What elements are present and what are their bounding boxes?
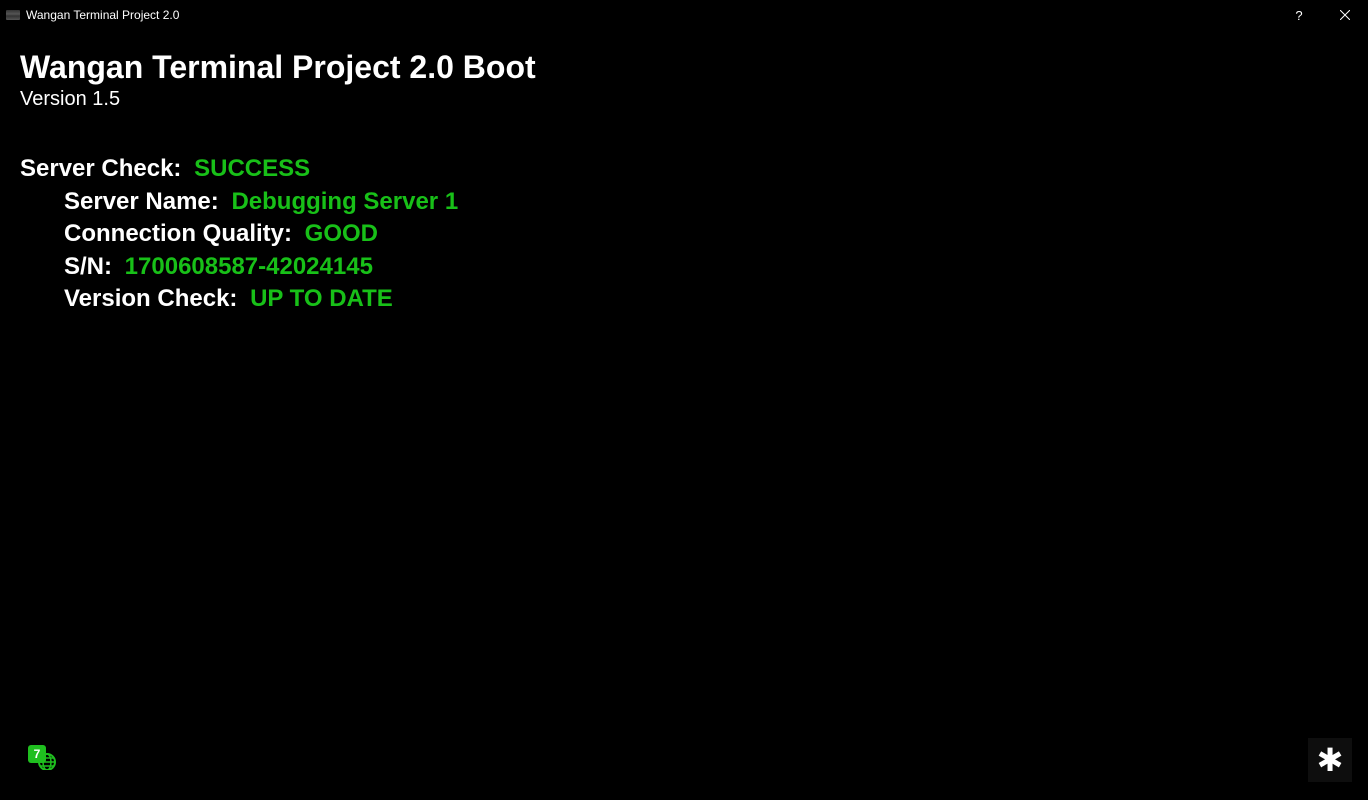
star-button[interactable]: ✱ — [1308, 738, 1352, 782]
help-button[interactable]: ? — [1276, 0, 1322, 30]
server-check-block: Server Check: SUCCESS Server Name: Debug… — [20, 153, 1348, 315]
serial-number-value: 1700608587-42024145 — [125, 253, 373, 280]
connection-quality-value: GOOD — [305, 220, 378, 247]
close-button[interactable] — [1322, 0, 1368, 30]
version-check-row: Version Check: UP TO DATE — [20, 283, 1348, 315]
server-check-value: SUCCESS — [194, 155, 310, 182]
server-check-label: Server Check: — [20, 155, 181, 182]
close-icon — [1340, 10, 1350, 20]
content: Wangan Terminal Project 2.0 Boot Version… — [0, 30, 1368, 333]
serial-number-label: S/N: — [64, 253, 112, 280]
window-title: Wangan Terminal Project 2.0 — [26, 8, 179, 22]
connection-quality-label: Connection Quality: — [64, 220, 292, 247]
connection-quality-row: Connection Quality: GOOD — [20, 218, 1348, 250]
titlebar-right: ? — [1276, 0, 1368, 30]
version-line: Version 1.5 — [20, 88, 1348, 111]
asterisk-icon: ✱ — [1317, 741, 1344, 779]
server-check-row: Server Check: SUCCESS — [20, 153, 1348, 185]
titlebar: Wangan Terminal Project 2.0 ? — [0, 0, 1368, 30]
question-icon: ? — [1295, 8, 1302, 23]
version-check-label: Version Check: — [64, 285, 237, 312]
titlebar-left: Wangan Terminal Project 2.0 — [6, 8, 179, 22]
version-check-value: UP TO DATE — [250, 285, 393, 312]
network-globe-icon: 7 — [26, 742, 56, 770]
server-name-value: Debugging Server 1 — [231, 188, 458, 215]
serial-number-row: S/N: 1700608587-42024145 — [20, 251, 1348, 283]
page-title: Wangan Terminal Project 2.0 Boot — [20, 48, 1348, 86]
server-name-label: Server Name: — [64, 188, 219, 215]
server-name-row: Server Name: Debugging Server 1 — [20, 186, 1348, 218]
app-icon — [6, 10, 20, 20]
